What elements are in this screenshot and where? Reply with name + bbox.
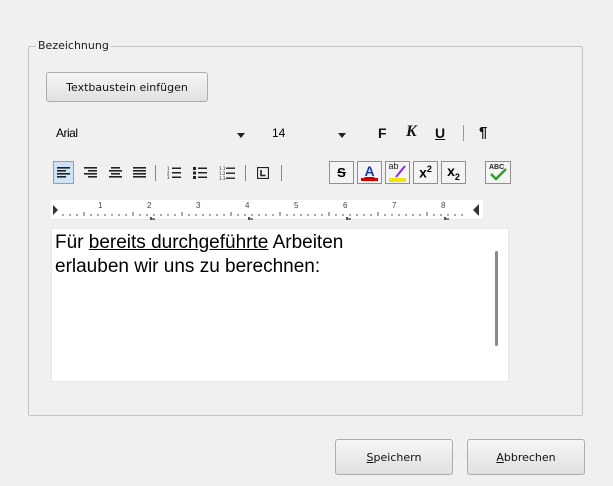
align-justify-icon: [133, 167, 146, 178]
rich-text-editor[interactable]: Für bereits durchgeführte Arbeiten erlau…: [51, 228, 509, 382]
editor-text: Arbeiten: [268, 232, 344, 253]
editor-underlined-text: bereits durchgeführte: [88, 232, 269, 253]
insert-text-block-button[interactable]: Textbaustein einfügen: [46, 72, 208, 102]
ruler-number: 1: [98, 201, 103, 210]
align-center-icon: [109, 167, 122, 178]
ruler-number: 5: [294, 201, 299, 210]
editor-line: Für bereits durchgeführte Arbeiten: [55, 231, 475, 255]
numbered-list-icon: 1 2 3: [167, 166, 181, 179]
spellcheck-button[interactable]: ABC: [485, 161, 511, 184]
tab-stop-icon: [257, 166, 269, 179]
ruler-ticks: [53, 204, 479, 220]
vertical-scrollbar[interactable]: [486, 229, 508, 381]
save-button[interactable]: Speichern: [335, 439, 453, 475]
font-color-icon: A: [364, 163, 375, 179]
bold-button[interactable]: F: [378, 125, 387, 141]
superscript-exp: 2: [426, 164, 432, 175]
spellcheck-icon: ABC: [488, 164, 508, 181]
highlight-swatch: [389, 178, 406, 182]
bullet-list-icon: [193, 167, 207, 179]
align-justify-button[interactable]: [129, 161, 150, 184]
subscript-base: x: [447, 163, 455, 180]
toolbar-separator: [155, 165, 156, 181]
font-name-select[interactable]: Arial: [56, 126, 261, 144]
multilevel-list-button[interactable]: 1.1 1.2 1.3: [215, 161, 239, 184]
numbered-list-button[interactable]: 1 2 3: [163, 161, 185, 184]
chevron-down-icon[interactable]: [338, 133, 346, 138]
editor-text: Für: [55, 232, 89, 253]
ruler-number: 7: [392, 201, 397, 210]
superscript-button[interactable]: x2: [413, 161, 438, 184]
superscript-base: x: [419, 164, 427, 181]
font-size-select[interactable]: 14: [272, 126, 354, 144]
subscript-idx: 2: [454, 171, 460, 182]
highlight-icon: ab: [389, 161, 407, 178]
pen-icon: [394, 165, 406, 178]
bullet-list-button[interactable]: [189, 161, 211, 184]
editor-line: erlauben wir uns zu berechnen:: [55, 256, 321, 277]
insert-text-block-label: Textbaustein einfügen: [66, 80, 188, 94]
font-color-button[interactable]: A: [357, 161, 382, 184]
strikethrough-button[interactable]: S: [329, 161, 354, 184]
svg-text:1.3: 1.3: [219, 176, 226, 180]
scrollbar-thumb[interactable]: [495, 251, 498, 346]
align-left-icon: [57, 167, 70, 178]
strikethrough-icon: S: [337, 165, 346, 180]
ruler[interactable]: 1 2 3 4 5 6 7 8: [51, 200, 483, 220]
highlight-button[interactable]: ab: [385, 161, 410, 184]
tab-stop-button[interactable]: [252, 161, 274, 184]
editor-content[interactable]: Für bereits durchgeführte Arbeiten erlau…: [55, 231, 475, 279]
save-label: peichern: [373, 450, 422, 464]
superscript-icon: x2: [419, 164, 432, 181]
paragraph-marks-button[interactable]: ¶: [479, 124, 487, 141]
toolbar-separator: [281, 165, 282, 181]
cancel-label: bbrechen: [503, 450, 556, 464]
ruler-number: 4: [245, 201, 250, 210]
ruler-number: 2: [147, 201, 152, 210]
subscript-icon: x2: [447, 163, 460, 182]
cancel-button[interactable]: Abbrechen: [467, 439, 585, 475]
chevron-down-icon[interactable]: [237, 133, 245, 138]
font-size-value: 14: [272, 126, 286, 140]
font-color-swatch: [361, 178, 378, 181]
group-title: Bezeichnung: [36, 39, 111, 53]
svg-text:3: 3: [167, 175, 170, 179]
align-left-button[interactable]: [53, 161, 74, 184]
multilevel-list-icon: 1.1 1.2 1.3: [219, 166, 235, 180]
check-icon: [490, 167, 507, 181]
subscript-button[interactable]: x2: [441, 161, 466, 184]
ruler-number: 8: [441, 201, 446, 210]
align-right-button[interactable]: [80, 161, 101, 184]
toolbar-separator: [463, 125, 464, 141]
save-mnemonic: S: [366, 450, 374, 464]
align-right-icon: [84, 167, 97, 178]
toolbar-separator: [245, 165, 246, 181]
ruler-number: 3: [196, 201, 201, 210]
underline-button[interactable]: U: [435, 125, 445, 141]
cancel-mnemonic: A: [496, 450, 504, 464]
align-center-button[interactable]: [105, 161, 126, 184]
font-name-value: Arial: [56, 126, 78, 140]
italic-button[interactable]: K: [406, 123, 417, 141]
ruler-number: 6: [343, 201, 348, 210]
